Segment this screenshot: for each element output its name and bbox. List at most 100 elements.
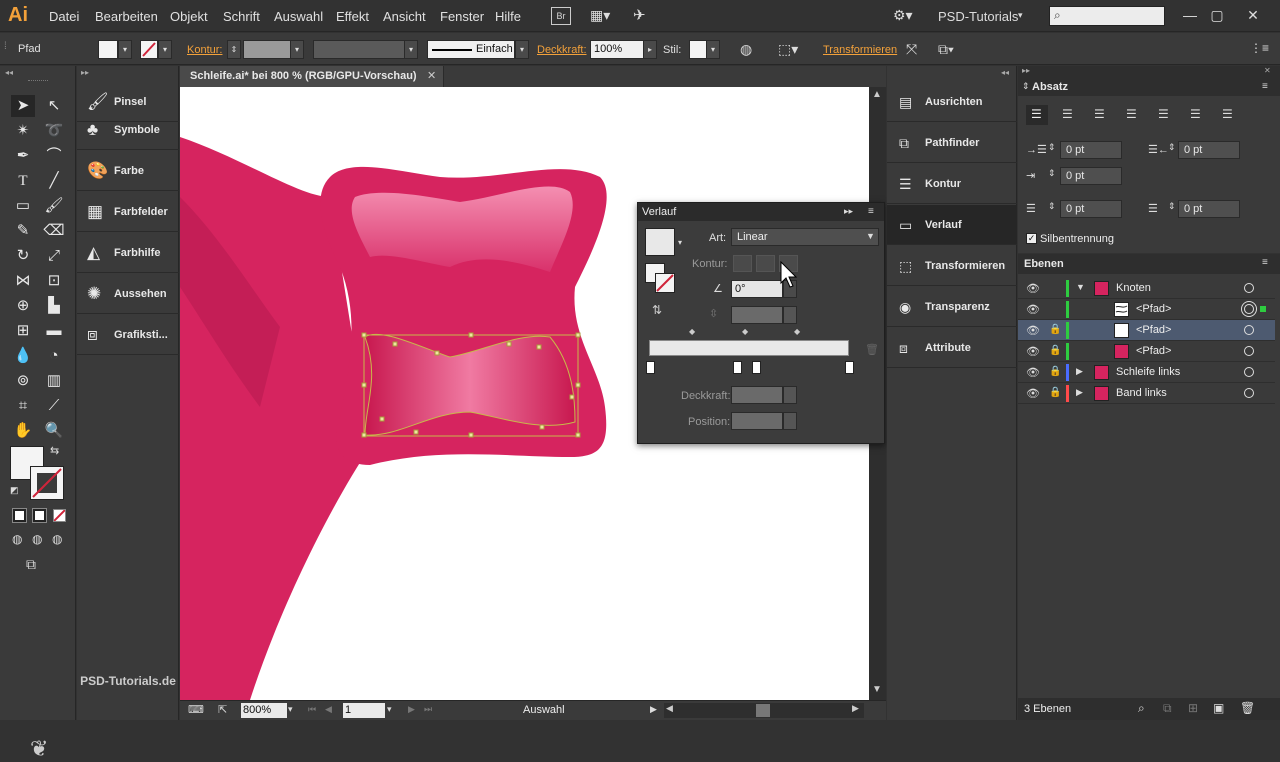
- color-stop[interactable]: [752, 361, 761, 374]
- align-right-icon[interactable]: ☰: [1094, 107, 1105, 121]
- stepper-icon[interactable]: ⇕: [1048, 201, 1056, 212]
- lock-icon[interactable]: 🔒: [1049, 387, 1061, 398]
- menu-fenster[interactable]: Fenster: [440, 9, 484, 24]
- transform-link[interactable]: Transformieren: [823, 44, 897, 56]
- target-icon[interactable]: [1244, 325, 1254, 335]
- curvature-tool-icon[interactable]: ⌒: [42, 145, 66, 167]
- align-objects-icon[interactable]: ⬚▾: [778, 41, 798, 58]
- panel-farbe[interactable]: 🎨 Farbe: [77, 151, 179, 191]
- gradient-slider[interactable]: [649, 340, 849, 356]
- stepper-icon[interactable]: ⇕: [1048, 142, 1056, 153]
- bridge-icon[interactable]: Br: [551, 7, 571, 25]
- scroll-thumb[interactable]: [756, 704, 770, 717]
- indent-left-field[interactable]: 0 pt: [1060, 141, 1122, 159]
- warp-icon[interactable]: ⧉▾: [938, 41, 954, 58]
- chevron-down-icon[interactable]: ▾: [1018, 10, 1023, 21]
- panel-farbfelder[interactable]: ▦ Farbfelder: [77, 192, 179, 232]
- lasso-icon[interactable]: ➰: [42, 120, 66, 142]
- isolate-icon[interactable]: ⤧: [906, 41, 917, 58]
- panel-transformieren[interactable]: ⬚ Transformieren: [887, 246, 1017, 286]
- last-artboard-icon[interactable]: ⏭: [424, 704, 432, 715]
- color-mode-icon[interactable]: [12, 508, 27, 523]
- color-stop[interactable]: [845, 361, 854, 374]
- layer-row[interactable]: 👁 🔒 <Pfad>: [1018, 320, 1275, 341]
- zoom-field[interactable]: 800%: [241, 703, 287, 718]
- collapse-panel-icon[interactable]: ▸▸: [844, 206, 853, 217]
- panel-aussehen[interactable]: ✺ Aussehen: [77, 274, 179, 314]
- layer-row[interactable]: 👁 <Pfad>: [1018, 299, 1275, 320]
- document-tab[interactable]: Schleife.ai* bei 800 % (RGB/GPU-Vorschau…: [180, 66, 444, 87]
- indent-right-field[interactable]: 0 pt: [1178, 141, 1240, 159]
- gpu-icon[interactable]: ⌨: [188, 703, 204, 716]
- fill-dropdown[interactable]: ▾: [118, 40, 132, 59]
- eye-icon[interactable]: 👁: [1026, 345, 1040, 358]
- draw-inside-icon[interactable]: ◍: [52, 532, 62, 546]
- eye-icon[interactable]: 👁: [1026, 303, 1040, 316]
- stroke-swatch[interactable]: [140, 40, 158, 59]
- stroke-along-icon[interactable]: [756, 255, 775, 272]
- justify-all-icon[interactable]: ☰: [1222, 107, 1233, 121]
- color-stop[interactable]: [733, 361, 742, 374]
- panel-kontur[interactable]: ☰ Kontur: [887, 164, 1017, 204]
- expand-icon[interactable]: ◂◂: [1001, 68, 1009, 77]
- panel-menu-icon[interactable]: ≡: [868, 206, 874, 217]
- profile-dropdown[interactable]: ▾: [404, 40, 418, 59]
- shape-builder-icon[interactable]: ⊕: [11, 295, 35, 317]
- lock-icon[interactable]: 🔒: [1049, 324, 1061, 335]
- space-before-field[interactable]: 0 pt: [1060, 200, 1122, 218]
- stroke-color-swatch[interactable]: [30, 466, 64, 500]
- midpoint-diamond[interactable]: ◆: [794, 327, 800, 336]
- verlauf-header[interactable]: Verlauf ▸▸ ≡: [638, 203, 884, 221]
- arrange-documents-icon[interactable]: ▦▾: [590, 7, 610, 24]
- line-tool-icon[interactable]: ╱: [42, 170, 66, 192]
- deckkraft-label[interactable]: Deckkraft:: [537, 44, 587, 56]
- space-after-field[interactable]: 0 pt: [1178, 200, 1240, 218]
- lock-icon[interactable]: 🔒: [1049, 345, 1061, 356]
- delete-stop-icon[interactable]: 🗑: [865, 343, 879, 356]
- eye-icon[interactable]: 👁: [1026, 366, 1040, 379]
- expand-icon[interactable]: ▸▸: [81, 68, 89, 77]
- draw-behind-icon[interactable]: ◍: [32, 532, 42, 546]
- paintbrush-icon[interactable]: 🖌: [42, 195, 66, 217]
- target-icon[interactable]: [1244, 367, 1254, 377]
- artboard-dropdown-icon[interactable]: ▾: [387, 704, 392, 715]
- artboard-tool-icon[interactable]: ⌗: [11, 395, 35, 417]
- expand-icon[interactable]: ▸▸: [1022, 66, 1030, 75]
- align-left-icon[interactable]: ☰: [1026, 105, 1048, 125]
- direct-selection-tool-icon[interactable]: ↖: [42, 95, 66, 117]
- gradient-tool-icon[interactable]: ▬: [42, 320, 66, 342]
- slice-tool-icon[interactable]: ⟋: [42, 395, 66, 417]
- panel-transparenz[interactable]: ◉ Transparenz: [887, 287, 1017, 327]
- opacity-arrow[interactable]: ▸: [643, 40, 657, 59]
- scroll-down-icon[interactable]: ▼: [872, 684, 882, 695]
- target-icon[interactable]: [1244, 388, 1254, 398]
- gpu-performance-icon[interactable]: ✈: [633, 6, 646, 24]
- reverse-gradient-icon[interactable]: ⇅: [652, 303, 662, 317]
- target-icon[interactable]: [1244, 304, 1254, 314]
- hyphenation-checkbox[interactable]: ✓: [1026, 233, 1037, 244]
- align-center-icon[interactable]: ☰: [1062, 107, 1073, 121]
- width-tool-icon[interactable]: ⋈: [11, 270, 35, 292]
- minimize-icon[interactable]: —: [1177, 4, 1203, 26]
- expand-triangle-icon[interactable]: ▶: [1076, 387, 1083, 398]
- artboard-field[interactable]: 1: [343, 703, 385, 718]
- gradient-mode-icon[interactable]: [32, 508, 47, 523]
- lock-icon[interactable]: 🔒: [1049, 366, 1061, 377]
- status-menu-icon[interactable]: ▶: [650, 704, 657, 715]
- workspace-switcher[interactable]: PSD-Tutorials: [938, 9, 1018, 24]
- style-dropdown[interactable]: ▾: [706, 40, 720, 59]
- symbol-sprayer-icon[interactable]: ⊚: [11, 370, 35, 392]
- prev-artboard-icon[interactable]: ◀: [325, 704, 332, 715]
- mesh-tool-icon[interactable]: ⊞: [11, 320, 35, 342]
- stroke-weight-field[interactable]: [243, 40, 291, 59]
- gradient-type-select[interactable]: Linear ▼: [731, 228, 879, 246]
- angle-field[interactable]: 0°: [731, 280, 783, 298]
- justify-center-icon[interactable]: ☰: [1158, 107, 1169, 121]
- sync-settings-icon[interactable]: ⚙▾: [893, 7, 913, 24]
- stepper-icon[interactable]: ⇕: [1168, 142, 1176, 153]
- locate-object-icon[interactable]: ⌕: [1138, 701, 1145, 716]
- pencil-icon[interactable]: ✎: [11, 220, 35, 242]
- fill-swatch[interactable]: [98, 40, 118, 59]
- zoom-tool-icon[interactable]: 🔍: [42, 420, 66, 442]
- none-mode-icon[interactable]: [53, 509, 66, 522]
